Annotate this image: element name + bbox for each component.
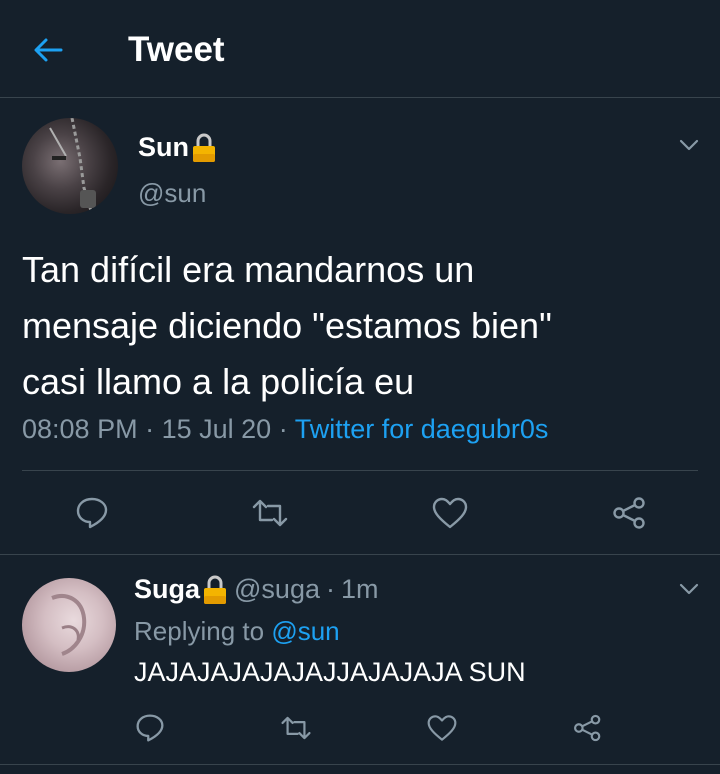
author-handle[interactable]: @sun: [138, 178, 206, 209]
share-button[interactable]: [608, 493, 652, 533]
tweet-text-line: casi llamo a la policía eu: [22, 361, 415, 402]
reply-handle: @suga: [234, 574, 320, 604]
retweet-button[interactable]: [248, 493, 292, 533]
retweet-button[interactable]: [276, 710, 316, 746]
author-display-name: Sun: [138, 132, 189, 162]
like-icon: [432, 497, 468, 529]
top-bar: Tweet: [0, 0, 720, 98]
tweet-source-link[interactable]: Twitter for daegubr0s: [295, 414, 549, 444]
avatar-image: [51, 594, 87, 656]
tweet-text-line: Tan difícil era mandarnos un: [22, 249, 475, 290]
reply-button[interactable]: [70, 493, 114, 533]
lock-icon: [191, 133, 217, 163]
meta-separator: ·: [145, 414, 155, 444]
tweet-date: 15 Jul 20: [161, 414, 272, 444]
like-button[interactable]: [428, 493, 472, 533]
reply-button[interactable]: [130, 710, 170, 746]
divider: [0, 764, 720, 765]
tweet-meta: 08:08 PM · 15 Jul 20 · Twitter for daegu…: [22, 414, 548, 445]
chevron-down-icon: [679, 583, 699, 595]
chevron-down-icon: [679, 139, 699, 151]
like-icon: [427, 715, 457, 741]
avatar[interactable]: [22, 118, 118, 214]
reply-time: 1m: [340, 574, 379, 604]
reply-author[interactable]: Suga @suga · 1m: [134, 574, 379, 605]
tweet-text-line: mensaje diciendo "estamos bien": [22, 305, 552, 346]
divider: [0, 554, 720, 555]
avatar-image: [49, 118, 96, 214]
share-button[interactable]: [568, 710, 608, 746]
tweet-time: 08:08 PM: [22, 414, 138, 444]
share-icon: [613, 497, 645, 529]
author-name[interactable]: Sun: [138, 132, 217, 163]
arrow-left-icon: [34, 38, 63, 62]
replying-to-mention[interactable]: @sun: [271, 616, 339, 646]
back-button[interactable]: [28, 30, 68, 70]
meta-separator: ·: [278, 414, 288, 444]
share-icon: [574, 714, 601, 742]
reply-icon: [76, 497, 108, 529]
like-button[interactable]: [422, 710, 462, 746]
tweet-body: Tan difícil era mandarnos un mensaje dic…: [22, 242, 702, 410]
retweet-icon: [252, 499, 288, 527]
reply-display-name: Suga: [134, 574, 201, 604]
replying-to: Replying to @sun: [134, 616, 340, 647]
reply-avatar[interactable]: [22, 578, 116, 672]
retweet-icon: [281, 716, 311, 740]
divider: [22, 470, 698, 471]
meta-separator: ·: [325, 574, 335, 604]
page-title: Tweet: [128, 30, 225, 69]
replying-to-label: Replying to: [134, 616, 265, 646]
tweet-menu-button[interactable]: [676, 132, 702, 158]
lock-icon: [202, 575, 228, 605]
reply-icon: [136, 714, 164, 742]
reply-menu-button[interactable]: [676, 576, 702, 602]
reply-body: JAJAJAJAJAJAJJAJAJAJA SUN: [134, 657, 526, 687]
